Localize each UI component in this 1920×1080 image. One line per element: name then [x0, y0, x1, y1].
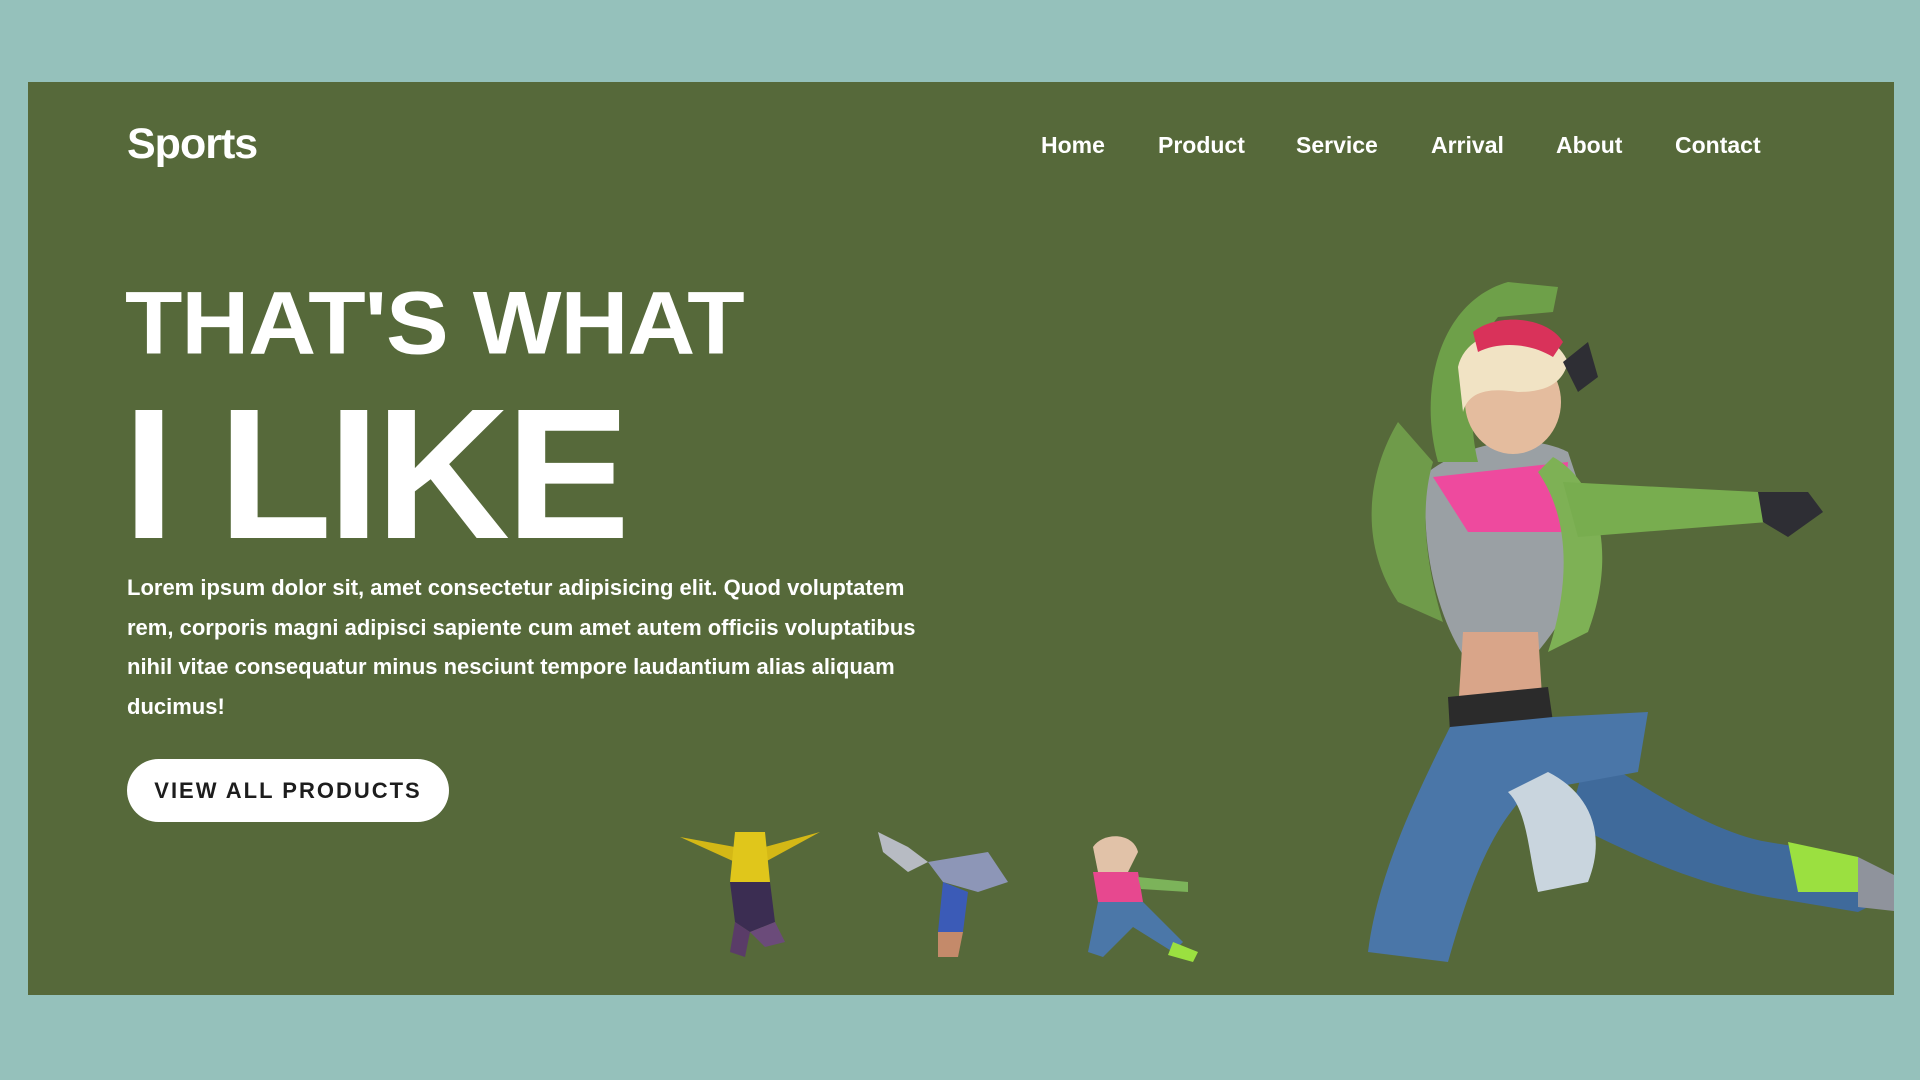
nav-contact[interactable]: Contact: [1675, 132, 1761, 159]
nav-home[interactable]: Home: [1041, 132, 1105, 159]
hero-dancer-image: [1368, 282, 1894, 962]
dancer-thumbnail-jump[interactable]: [1063, 827, 1213, 967]
hero-headline-line1: THAT'S WHAT: [125, 272, 745, 373]
nav-arrival[interactable]: Arrival: [1431, 132, 1504, 159]
nav-service[interactable]: Service: [1296, 132, 1378, 159]
dancer-thumbnail-yellow[interactable]: [675, 822, 825, 962]
main-nav: Home Product Service Arrival About Conta…: [28, 132, 1894, 172]
nav-product[interactable]: Product: [1158, 132, 1245, 159]
hero-description: Lorem ipsum dolor sit, amet consectetur …: [127, 575, 916, 719]
hero-card: Sports Home Product Service Arrival Abou…: [28, 82, 1894, 995]
hero-headline-line2: I LIKE: [123, 371, 630, 578]
dancer-thumbnail-breakdance[interactable]: [868, 822, 1018, 962]
view-all-products-button[interactable]: VIEW ALL PRODUCTS: [127, 759, 449, 822]
nav-about[interactable]: About: [1556, 132, 1622, 159]
